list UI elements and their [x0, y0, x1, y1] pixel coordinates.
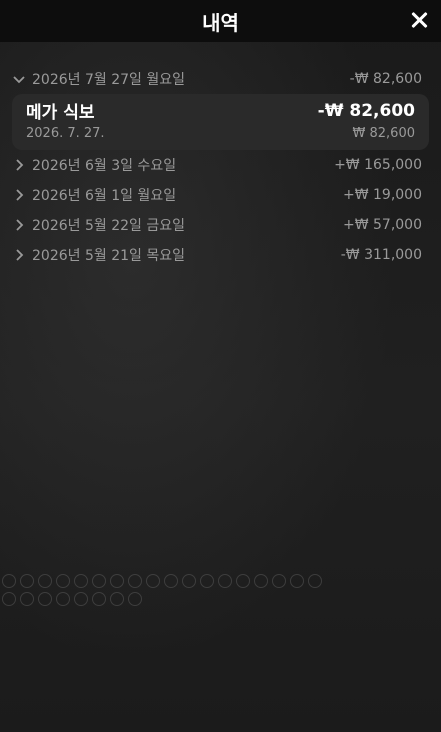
history-group-date: 2026년 6월 3일 수요일 — [32, 158, 177, 174]
history-group-amount: +₩ 19,000 — [342, 187, 422, 203]
close-icon[interactable] — [407, 8, 431, 32]
history-group-date: 2026년 6월 1일 월요일 — [32, 188, 177, 204]
transaction-name: 메가 식보 — [26, 103, 95, 123]
history-group-amount: +₩ 165,000 — [334, 157, 422, 173]
history-group-header[interactable]: 2026년 5월 21일 목요일 -₩ 311,000 — [0, 240, 441, 270]
page-title: 내역 — [202, 10, 239, 35]
game-table-background — [0, 530, 441, 732]
header: 내역 — [0, 0, 441, 42]
history-group-date: 2026년 7월 27일 월요일 — [32, 72, 185, 88]
history-group-header[interactable]: 2026년 6월 3일 수요일 +₩ 165,000 — [0, 150, 441, 180]
history-group-header[interactable]: 2026년 6월 1일 월요일 +₩ 19,000 — [0, 180, 441, 210]
chevron-right-icon — [12, 188, 26, 202]
chevron-right-icon — [12, 158, 26, 172]
history-group-header[interactable]: 2026년 7월 27일 월요일 -₩ 82,600 — [0, 64, 441, 94]
transaction-card[interactable]: 메가 식보 -₩ 82,600 2026. 7. 27. ₩ 82,600 — [12, 94, 429, 150]
chevron-right-icon — [12, 248, 26, 262]
transaction-amount: -₩ 82,600 — [317, 100, 415, 121]
transaction-balance: ₩ 82,600 — [352, 126, 415, 141]
history-group-header[interactable]: 2026년 5월 22일 금요일 +₩ 57,000 — [0, 210, 441, 240]
chevron-down-icon — [12, 72, 26, 86]
history-group-amount: +₩ 57,000 — [342, 217, 422, 233]
history-group-date: 2026년 5월 21일 목요일 — [32, 248, 185, 264]
history-group-amount: -₩ 311,000 — [340, 247, 422, 263]
history-group-date: 2026년 5월 22일 금요일 — [32, 218, 185, 234]
transaction-date: 2026. 7. 27. — [26, 126, 105, 141]
history-group-amount: -₩ 82,600 — [349, 71, 422, 87]
chevron-right-icon — [12, 218, 26, 232]
history-list: 2026년 7월 27일 월요일 -₩ 82,600 메가 식보 -₩ 82,6… — [0, 64, 441, 270]
